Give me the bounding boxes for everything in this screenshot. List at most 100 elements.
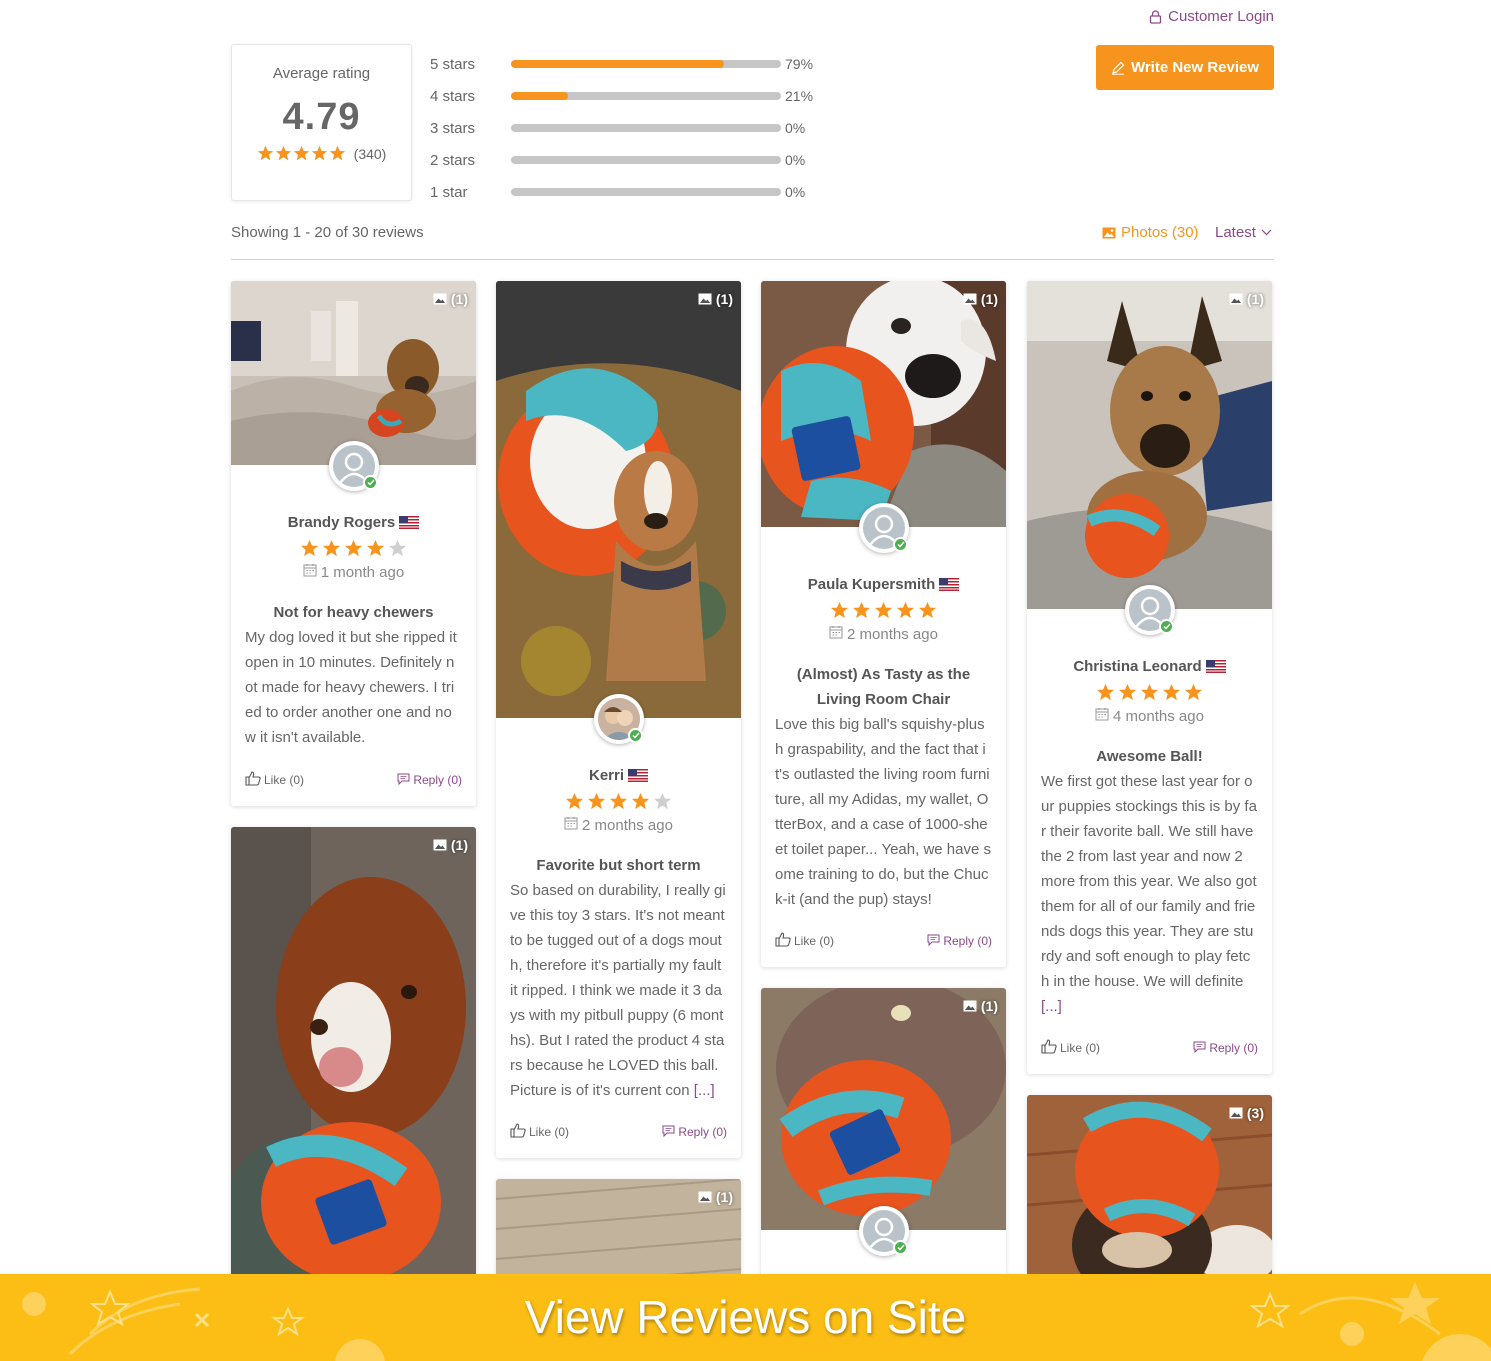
photo-count-label: (1) xyxy=(715,291,733,307)
distribution-label: 3 stars xyxy=(430,119,476,137)
like-label: Like (0) xyxy=(529,1125,570,1139)
comment-icon xyxy=(662,1125,675,1140)
review-date: 2 months ago xyxy=(496,816,741,834)
reply-button[interactable]: Reply (0) xyxy=(397,771,462,789)
pencil-icon xyxy=(1111,61,1125,75)
distribution-row[interactable]: 2 stars 0% xyxy=(430,144,813,176)
review-text-body: Love this big ball's squishy-plush grasp… xyxy=(775,716,991,908)
like-button[interactable]: Like (0) xyxy=(510,1123,569,1141)
thumbs-up-icon xyxy=(510,1123,526,1141)
read-more-link[interactable]: [...] xyxy=(694,1082,715,1099)
avatar xyxy=(329,441,379,491)
photo-count: (3) xyxy=(1229,1105,1264,1121)
write-review-button[interactable]: Write New Review xyxy=(1096,45,1274,90)
review-total-count: (340) xyxy=(353,145,387,162)
rating-stars xyxy=(1027,683,1272,701)
review-photo[interactable]: (1) xyxy=(761,281,1006,527)
review-text: So based on durability, I really give th… xyxy=(496,878,741,1103)
distribution-label: 2 stars xyxy=(430,151,476,169)
customer-login-link[interactable]: Customer Login xyxy=(1149,8,1274,25)
reply-button[interactable]: Reply (0) xyxy=(927,932,992,950)
distribution-row[interactable]: 1 star 0% xyxy=(430,176,813,208)
review-photo[interactable]: (1) xyxy=(761,988,1006,1230)
lock-icon xyxy=(1149,9,1162,24)
review-card[interactable]: (1) Brandy Rogers 1 month ago Not for he… xyxy=(231,281,476,806)
read-more-link[interactable]: [...] xyxy=(1041,998,1062,1015)
star-icon xyxy=(631,792,650,810)
review-photo[interactable]: (1) xyxy=(496,281,741,718)
verified-check-icon xyxy=(893,1240,908,1255)
distribution-row[interactable]: 3 stars 0% xyxy=(430,112,813,144)
star-icon xyxy=(609,792,628,810)
photo-count-label: (1) xyxy=(715,1189,733,1205)
us-flag-icon xyxy=(1205,659,1226,673)
review-body: Kerri 2 months ago Favorite but short te… xyxy=(496,765,741,1103)
distribution-bar xyxy=(511,188,781,196)
distribution-fill xyxy=(511,60,725,68)
view-reviews-banner[interactable]: View Reviews on Site xyxy=(0,1274,1491,1361)
star-icon xyxy=(1096,683,1115,701)
avatar xyxy=(1125,585,1175,635)
distribution-bar xyxy=(511,156,781,164)
review-text-body: So based on durability, I really give th… xyxy=(510,882,726,1099)
review-card[interactable]: (1) Christina Leonard 4 months ago Aweso… xyxy=(1027,281,1272,1074)
like-label: Like (0) xyxy=(264,773,305,787)
like-label: Like (0) xyxy=(1060,1041,1101,1055)
star-icon xyxy=(300,539,319,557)
review-photo[interactable]: (1) xyxy=(231,827,476,1287)
review-card[interactable]: (3) xyxy=(1027,1095,1272,1287)
chevron-down-icon xyxy=(1261,229,1272,236)
review-card[interactable]: (1) Kerri 2 months ago Favorite but shor… xyxy=(496,281,741,1158)
star-icon xyxy=(852,601,871,619)
review-photo[interactable]: (3) xyxy=(1027,1095,1272,1287)
photo-count-label: (3) xyxy=(1246,1105,1264,1121)
like-button[interactable]: Like (0) xyxy=(245,771,304,789)
star-icon xyxy=(311,145,327,161)
review-text: We first got these last year for our pup… xyxy=(1027,769,1272,1019)
average-rating-label: Average rating xyxy=(272,65,371,82)
review-actions: Like (0) Reply (0) xyxy=(1041,1039,1258,1057)
rating-stars xyxy=(231,539,476,557)
review-date: 1 month ago xyxy=(231,563,476,581)
average-rating-value: 4.79 xyxy=(282,96,361,138)
image-icon xyxy=(698,1191,712,1203)
star-icon xyxy=(366,539,385,557)
like-button[interactable]: Like (0) xyxy=(775,932,834,950)
write-review-label: Write New Review xyxy=(1130,59,1260,76)
review-date: 2 months ago xyxy=(761,625,1006,643)
distribution-bar xyxy=(511,92,781,100)
reviewer-name-text: Christina Leonard xyxy=(1073,657,1202,675)
like-button[interactable]: Like (0) xyxy=(1041,1039,1100,1057)
distribution-label: 4 stars xyxy=(430,87,476,105)
dog-photo-image xyxy=(231,827,476,1287)
image-icon xyxy=(963,1000,977,1012)
star-icon xyxy=(1162,683,1181,701)
distribution-percent: 0% xyxy=(785,152,806,168)
sort-dropdown[interactable]: Latest xyxy=(1215,224,1272,241)
dog-photo-image xyxy=(231,281,476,465)
reply-button[interactable]: Reply (0) xyxy=(1193,1039,1258,1057)
distribution-row[interactable]: 5 stars 79% xyxy=(430,48,813,80)
photos-filter[interactable]: Photos (30) xyxy=(1102,224,1199,241)
review-photo[interactable]: (1) xyxy=(1027,281,1272,609)
us-flag-icon xyxy=(939,577,960,591)
review-photo[interactable]: (1) xyxy=(231,281,476,465)
review-body: Christina Leonard 4 months ago Awesome B… xyxy=(1027,656,1272,1019)
reviewer-name: Christina Leonard xyxy=(1027,656,1272,676)
review-card[interactable]: (1) xyxy=(496,1179,741,1289)
dog-photo-image xyxy=(761,988,1006,1230)
distribution-percent: 0% xyxy=(785,184,806,200)
reviewer-name: Paula Kupersmith xyxy=(761,574,1006,594)
review-photo[interactable]: (1) xyxy=(496,1179,741,1289)
star-icon xyxy=(1140,683,1159,701)
distribution-row[interactable]: 4 stars 21% xyxy=(430,80,813,112)
divider xyxy=(231,259,1274,260)
reviewer-name-text: Brandy Rogers xyxy=(287,513,396,531)
us-flag-icon xyxy=(628,768,649,782)
comment-icon xyxy=(1193,1041,1206,1056)
review-card[interactable]: (1) xyxy=(231,827,476,1287)
reply-button[interactable]: Reply (0) xyxy=(662,1123,727,1141)
rating-stars xyxy=(496,792,741,810)
review-card[interactable]: (1) Paula Kupersmith 2 months ago (Almos… xyxy=(761,281,1006,967)
review-card[interactable]: (1) xyxy=(761,988,1006,1288)
